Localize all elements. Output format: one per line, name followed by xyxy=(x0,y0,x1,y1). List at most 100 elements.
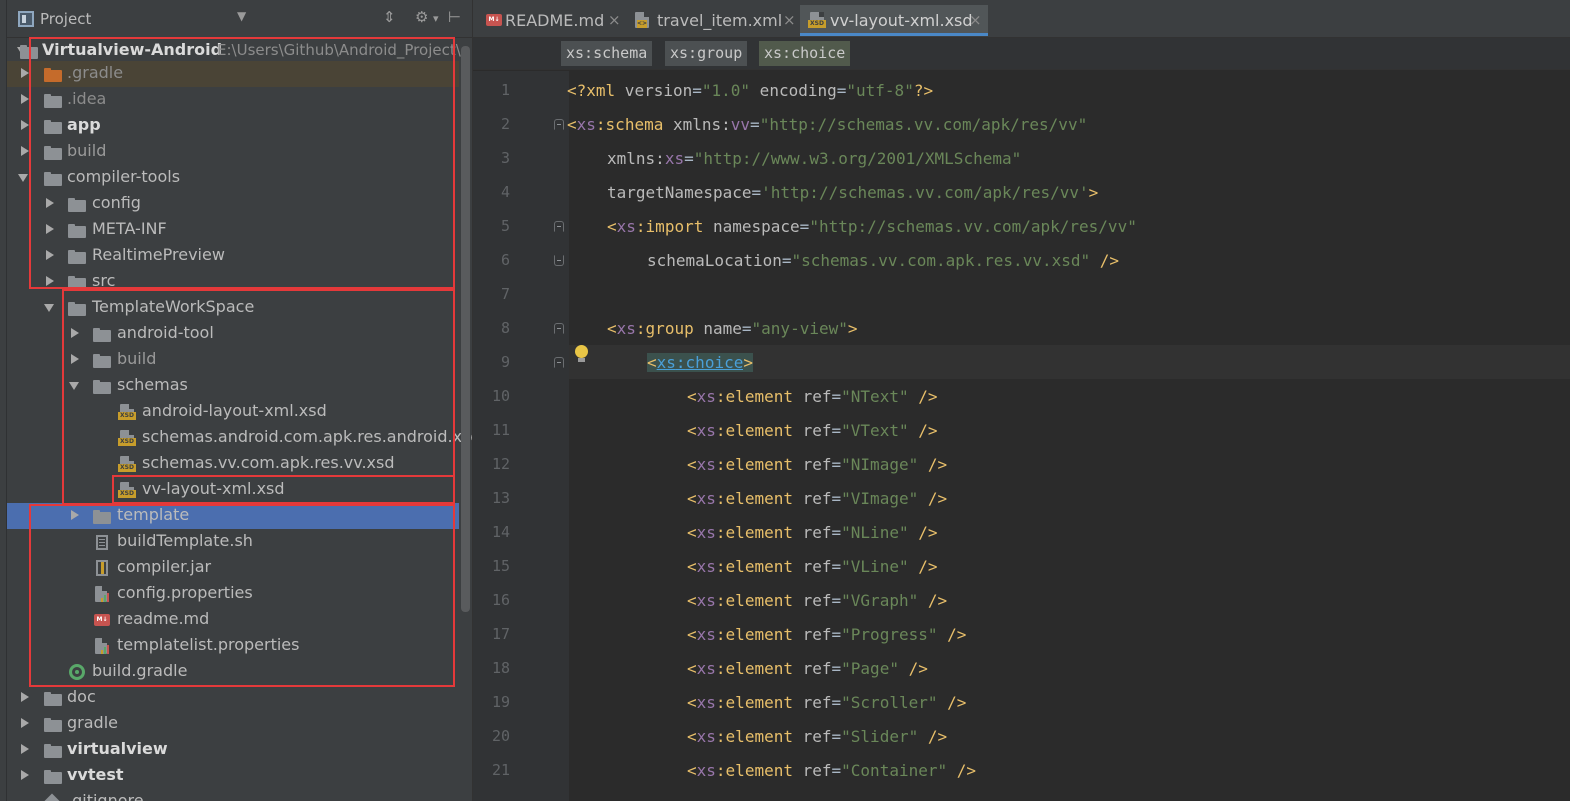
expand-arrow-icon[interactable] xyxy=(19,93,29,105)
line-number: 6 xyxy=(500,251,510,269)
tree-item-gradle[interactable]: gradle xyxy=(7,711,459,737)
collapse-arrow-icon[interactable] xyxy=(18,171,28,183)
expand-arrow-icon[interactable] xyxy=(19,67,29,79)
code-line-9[interactable]: <xs:choice> xyxy=(647,346,753,380)
project-panel-title[interactable]: Project xyxy=(40,10,91,28)
expand-arrow-icon[interactable] xyxy=(19,769,29,781)
fold-gutter xyxy=(549,71,569,801)
tree-item-label: virtualview xyxy=(67,739,168,758)
line-number: 11 xyxy=(491,421,510,439)
library-module-icon xyxy=(44,742,62,758)
code-line-15[interactable]: <xs:element ref="VLine" /> xyxy=(687,550,938,584)
fold-marker-icon[interactable] xyxy=(554,119,564,130)
highlight-box-compiler-tools xyxy=(29,37,455,289)
fold-marker-icon[interactable] xyxy=(554,323,564,334)
tab-vv-layout-xml-xsd[interactable]: XSD vv-layout-xml.xsd × xyxy=(800,5,988,36)
expand-arrow-icon[interactable] xyxy=(19,119,29,131)
expand-arrow-icon[interactable] xyxy=(19,691,29,703)
tool-window-strip xyxy=(0,0,7,801)
editor-tab-bar: M↓ README.md × <> travel_item.xml × XSD … xyxy=(473,0,1570,38)
close-icon[interactable]: × xyxy=(783,11,796,29)
highlight-box-templateworkspace xyxy=(62,289,455,505)
line-number: 1 xyxy=(500,81,510,99)
code-line-17[interactable]: <xs:element ref="Progress" /> xyxy=(687,618,966,652)
collapse-arrow-icon[interactable] xyxy=(44,301,54,313)
code-line-4[interactable]: targetNamespace='http://schemas.vv.com/a… xyxy=(607,176,1098,210)
line-number: 18 xyxy=(491,659,510,677)
code-line-20[interactable]: <xs:element ref="Slider" /> xyxy=(687,720,947,754)
chevron-down-icon[interactable]: ▼ xyxy=(237,9,246,23)
tree-item-label: vvtest xyxy=(67,765,124,784)
line-number: 15 xyxy=(491,557,510,575)
line-number: 9 xyxy=(500,353,510,371)
fold-marker-icon[interactable] xyxy=(554,221,564,232)
tree-scrollbar[interactable] xyxy=(461,46,470,612)
code-line-3[interactable]: xmlns:xs="http://www.w3.org/2001/XMLSche… xyxy=(607,142,1021,176)
line-number: 19 xyxy=(491,693,510,711)
tab-label: vv-layout-xml.xsd xyxy=(830,11,973,30)
tree-item-gitignore[interactable]: .gitignore xyxy=(7,789,459,801)
folder-icon xyxy=(44,690,62,706)
project-panel: Project ▼ ⇕ ⚙ ▾ ⊢ Virtualview-Android E:… xyxy=(0,0,481,801)
tree-item-label: .gitignore xyxy=(67,791,144,801)
code-line-5[interactable]: <xs:import namespace="http://schemas.vv.… xyxy=(607,210,1137,244)
fold-marker-icon[interactable] xyxy=(554,255,564,266)
code-line-1[interactable]: <?xml version="1.0" encoding="utf-8"?> xyxy=(567,74,933,108)
breadcrumb-xs-schema[interactable]: xs:schema xyxy=(561,41,653,66)
line-number: 14 xyxy=(491,523,510,541)
xml-file-icon: <> xyxy=(633,12,649,28)
code-line-2[interactable]: <xs:schema xmlns:vv="http://schemas.vv.c… xyxy=(567,108,1087,142)
code-line-10[interactable]: <xs:element ref="NText" /> xyxy=(687,380,938,414)
fold-marker-icon[interactable] xyxy=(554,357,564,368)
line-number: 2 xyxy=(500,115,510,133)
code-line-16[interactable]: <xs:element ref="VGraph" /> xyxy=(687,584,947,618)
project-icon xyxy=(18,11,34,27)
tab-readme-md[interactable]: M↓ README.md × xyxy=(477,5,623,36)
tree-item-doc[interactable]: doc xyxy=(7,685,459,711)
line-number: 10 xyxy=(491,387,510,405)
line-number: 4 xyxy=(500,183,510,201)
line-number: 17 xyxy=(491,625,510,643)
line-number: 16 xyxy=(491,591,510,609)
code-line-19[interactable]: <xs:element ref="Scroller" /> xyxy=(687,686,966,720)
expand-arrow-icon[interactable] xyxy=(19,743,29,755)
line-number: 3 xyxy=(500,149,510,167)
expand-arrow-icon[interactable] xyxy=(19,145,29,157)
line-number: 21 xyxy=(491,761,510,779)
highlight-box-vv-layout-xsd xyxy=(112,475,455,504)
expand-arrow-icon[interactable] xyxy=(19,717,29,729)
lightbulb-icon[interactable] xyxy=(575,345,588,362)
code-line-12[interactable]: <xs:element ref="NImage" /> xyxy=(687,448,947,482)
folder-icon xyxy=(44,716,62,732)
code-line-21[interactable]: <xs:element ref="Container" /> xyxy=(687,754,976,788)
close-icon[interactable]: × xyxy=(608,11,621,29)
gear-icon[interactable]: ⚙ xyxy=(415,8,428,26)
code-line-14[interactable]: <xs:element ref="NLine" /> xyxy=(687,516,938,550)
highlight-box-lower xyxy=(29,504,455,687)
hide-icon[interactable]: ⊢ xyxy=(448,8,461,26)
line-number: 13 xyxy=(491,489,510,507)
tree-item-vvtest[interactable]: vvtest xyxy=(7,763,459,789)
line-number: 20 xyxy=(491,727,510,745)
code-line-11[interactable]: <xs:element ref="VText" /> xyxy=(687,414,938,448)
tab-travel-item-xml[interactable]: <> travel_item.xml × xyxy=(625,5,799,36)
code-line-8[interactable]: <xs:group name="any-view"> xyxy=(607,312,858,346)
close-icon[interactable]: × xyxy=(969,11,982,29)
breadcrumb-xs-group[interactable]: xs:group xyxy=(665,41,748,66)
code-line-18[interactable]: <xs:element ref="Page" /> xyxy=(687,652,928,686)
gear-dropdown-icon[interactable]: ▾ xyxy=(433,12,439,25)
tab-label: travel_item.xml xyxy=(657,11,783,30)
line-number: 7 xyxy=(500,285,510,303)
collapse-icon[interactable]: ⇕ xyxy=(383,8,396,26)
code-line-6[interactable]: schemaLocation="schemas.vv.com.apk.res.v… xyxy=(647,244,1119,278)
tab-label: README.md xyxy=(505,11,605,30)
breadcrumb-xs-choice[interactable]: xs:choice xyxy=(759,41,851,66)
editor: M↓ README.md × <> travel_item.xml × XSD … xyxy=(472,0,1570,801)
tree-item-virtualview[interactable]: virtualview xyxy=(7,737,459,763)
gitignore-file-icon xyxy=(43,793,62,801)
line-number-gutter: 1 2 3 4 5 6 7 8 9 10 11 12 13 14 15 16 1… xyxy=(473,71,559,801)
tree-item-label: doc xyxy=(67,687,96,706)
code-line-13[interactable]: <xs:element ref="VImage" /> xyxy=(687,482,947,516)
line-number: 8 xyxy=(500,319,510,337)
module-folder-icon xyxy=(44,768,62,785)
